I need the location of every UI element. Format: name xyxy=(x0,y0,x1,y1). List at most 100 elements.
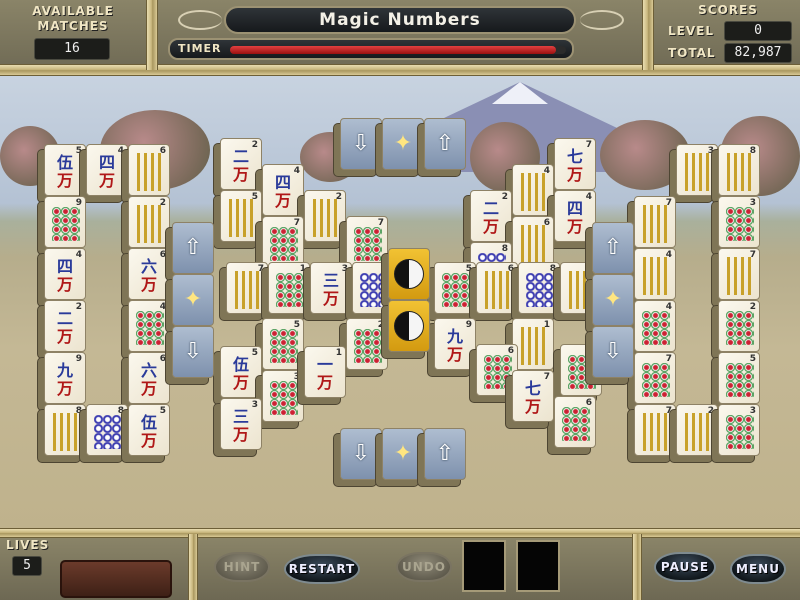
magic-wand-tile[interactable]: ✦ xyxy=(592,274,634,326)
bamboo-tile[interactable]: 3 xyxy=(676,144,718,196)
circles-icon xyxy=(270,227,298,261)
character-tile[interactable]: 3三万 xyxy=(220,398,262,450)
magic-wand-icon: ✦ xyxy=(183,287,203,312)
bamboo-tile[interactable]: 7 xyxy=(634,196,676,248)
bamboo-tile[interactable]: 7 xyxy=(634,404,676,456)
bamboo-tile[interactable]: 2 xyxy=(128,196,170,248)
arrow-up-icon: ⇧ xyxy=(603,235,623,260)
bamboo-sticks-icon xyxy=(643,205,669,243)
character-tile[interactable]: 5伍万 xyxy=(128,404,170,456)
circle-tile[interactable]: 5 xyxy=(262,318,304,370)
character-tile[interactable]: 3三万 xyxy=(310,262,352,314)
character-tile[interactable]: 1一万 xyxy=(304,346,346,398)
circle-tile[interactable]: 3 xyxy=(718,196,760,248)
timer-track xyxy=(230,46,566,54)
tile-glyph: 二 xyxy=(232,147,249,166)
circles-icon xyxy=(94,415,122,449)
character-tile[interactable]: 5伍万 xyxy=(220,346,262,398)
character-tile[interactable]: 6六万 xyxy=(128,352,170,404)
yin-yang-tile[interactable] xyxy=(388,248,430,300)
circle-tile[interactable]: 2 xyxy=(346,318,388,370)
yin-yang-tile[interactable] xyxy=(388,300,430,352)
bamboo-tile[interactable]: 6 xyxy=(476,262,518,314)
circle-tile[interactable]: 7 xyxy=(634,352,676,404)
bamboo-tile[interactable]: 4 xyxy=(634,248,676,300)
bottom-post-left xyxy=(188,534,198,600)
arrow-up-tile[interactable]: ⇧ xyxy=(424,118,466,170)
bamboo-tile[interactable]: 7 xyxy=(718,248,760,300)
arrow-up-tile[interactable]: ⇧ xyxy=(592,222,634,274)
bamboo-tile[interactable]: 1 xyxy=(512,318,554,370)
arrow-up-tile[interactable]: ⇧ xyxy=(172,222,214,274)
circle-tile[interactable]: 1 xyxy=(268,262,310,314)
character-tile[interactable]: 7七万 xyxy=(554,138,596,190)
circle-tile[interactable]: 3 xyxy=(718,404,760,456)
magic-wand-tile[interactable]: ✦ xyxy=(382,428,424,480)
character-tile[interactable]: 6六万 xyxy=(128,248,170,300)
bamboo-tile[interactable]: 8 xyxy=(718,144,760,196)
total-value: 82,987 xyxy=(724,43,792,63)
character-tile[interactable]: 5伍万 xyxy=(44,144,86,196)
circle-tile[interactable]: 6 xyxy=(554,396,596,448)
character-tile[interactable]: 2二万 xyxy=(220,138,262,190)
circle-tile[interactable]: 5 xyxy=(718,352,760,404)
undo-button[interactable]: UNDO xyxy=(396,552,452,582)
lives-value: 5 xyxy=(12,556,42,576)
arrow-down-tile[interactable]: ⇩ xyxy=(592,326,634,378)
restart-button[interactable]: RESTART xyxy=(284,554,360,584)
circle-tile[interactable]: 7 xyxy=(346,216,388,268)
circle-tile[interactable]: 8 xyxy=(86,404,128,456)
character-tile[interactable]: 9九万 xyxy=(44,352,86,404)
circles-icon xyxy=(270,381,298,415)
arrow-down-tile[interactable]: ⇩ xyxy=(340,428,382,480)
tile-glyph: 四 xyxy=(56,257,73,276)
magic-wand-tile[interactable]: ✦ xyxy=(172,274,214,326)
circle-tile[interactable]: 8 xyxy=(518,262,560,314)
hint-button[interactable]: HINT xyxy=(214,552,270,582)
bamboo-tile[interactable]: 8 xyxy=(44,404,86,456)
character-tile[interactable]: 4四万 xyxy=(262,164,304,216)
game-title: Magic Numbers xyxy=(319,10,481,30)
bamboo-tile[interactable]: 2 xyxy=(676,404,718,456)
circle-tile[interactable]: 4 xyxy=(634,300,676,352)
tile-glyph-wan: 万 xyxy=(274,191,291,210)
character-tile[interactable]: 4四万 xyxy=(86,144,128,196)
tile-glyph: 九 xyxy=(56,361,73,380)
bamboo-sticks-icon xyxy=(727,153,753,191)
bamboo-tile[interactable]: 2 xyxy=(304,190,346,242)
timer-box: TIMER xyxy=(168,38,574,60)
tile-glyph: 九 xyxy=(446,327,463,346)
character-tile[interactable]: 2二万 xyxy=(470,190,512,242)
circle-tile[interactable]: 9 xyxy=(44,196,86,248)
arrow-down-tile[interactable]: ⇩ xyxy=(172,326,214,378)
character-tile[interactable]: 9九万 xyxy=(434,318,476,370)
bamboo-tile[interactable]: 6 xyxy=(128,144,170,196)
circles-icon xyxy=(354,329,382,363)
available-matches-label: AVAILABLE MATCHES xyxy=(32,4,114,33)
selected-tile-slot-2 xyxy=(516,540,560,592)
bamboo-tile[interactable]: 5 xyxy=(220,190,262,242)
character-tile[interactable]: 4四万 xyxy=(554,190,596,242)
bamboo-sticks-icon xyxy=(521,225,547,263)
character-tile[interactable]: 4四万 xyxy=(44,248,86,300)
character-tile[interactable]: 2二万 xyxy=(44,300,86,352)
circle-tile[interactable]: 7 xyxy=(262,216,304,268)
tile-glyph: 伍 xyxy=(232,355,249,374)
menu-button[interactable]: MENU xyxy=(730,554,786,584)
arrow-up-tile[interactable]: ⇧ xyxy=(424,428,466,480)
character-tile[interactable]: 7七万 xyxy=(512,370,554,422)
circle-tile[interactable]: 2 xyxy=(718,300,760,352)
bamboo-sticks-icon xyxy=(313,199,339,237)
arrow-down-tile[interactable]: ⇩ xyxy=(340,118,382,170)
left-bamboo-post xyxy=(146,0,158,70)
circles-icon xyxy=(484,355,512,389)
bamboo-tile[interactable]: 6 xyxy=(512,216,554,268)
pause-button[interactable]: PAUSE xyxy=(654,552,716,582)
bamboo-tile[interactable]: 7 xyxy=(226,262,268,314)
circle-tile[interactable]: 3 xyxy=(262,370,304,422)
circle-tile[interactable]: 5 xyxy=(434,262,476,314)
circle-tile[interactable]: 4 xyxy=(128,300,170,352)
tile-glyph-wan: 万 xyxy=(140,275,157,294)
magic-wand-tile[interactable]: ✦ xyxy=(382,118,424,170)
bamboo-tile[interactable]: 4 xyxy=(512,164,554,216)
